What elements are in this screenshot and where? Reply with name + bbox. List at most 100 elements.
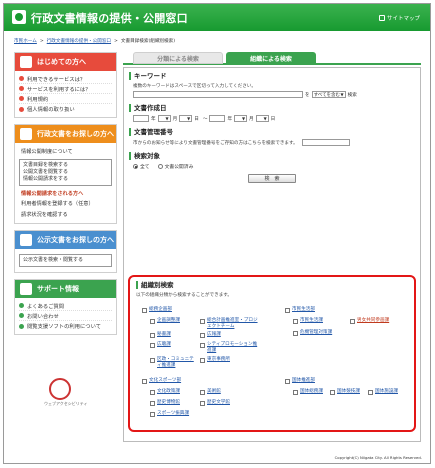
- sidebar-heading-label: 行政文書をお探しの方へ: [37, 130, 114, 138]
- org-checkbox[interactable]: [200, 389, 205, 395]
- sidebar-item-faq[interactable]: よくあるご質問: [19, 301, 112, 311]
- org-checkbox[interactable]: [285, 378, 290, 384]
- org-checkbox[interactable]: [200, 357, 205, 363]
- org-checkbox[interactable]: [150, 400, 155, 406]
- org-group-kokutai[interactable]: 国体推進部: [285, 378, 315, 384]
- date-to-year-input[interactable]: [209, 115, 226, 122]
- org-item[interactable]: 総合計画推進室・プロジェクトチーム: [200, 318, 262, 330]
- org-item[interactable]: 市民生活課: [293, 318, 323, 324]
- date-to-day-select[interactable]: ▼: [255, 115, 269, 122]
- date-from-day-select[interactable]: ▼: [179, 115, 193, 122]
- org-checkbox[interactable]: [142, 307, 147, 313]
- sidebar-highlight-box: 文書目録を検索する 公開文書を閲覧する 情報公開請求をする: [19, 159, 112, 186]
- sidebar-item-privacy[interactable]: 個人情報の取り扱い: [19, 104, 112, 114]
- org-item[interactable]: 企画調整課: [150, 318, 180, 324]
- org-item[interactable]: 秘書課: [150, 332, 171, 338]
- org-checkbox[interactable]: [142, 378, 147, 384]
- target-public-radio[interactable]: [157, 164, 163, 169]
- sidebar-item-label: 閲覧支援ソフトの利用について: [27, 324, 101, 330]
- docno-input[interactable]: [301, 139, 350, 146]
- main-content: 分類による検索 組織による検索 キーワード 複数のキーワードはスペースで区切って…: [123, 52, 421, 442]
- org-item[interactable]: 歴史博物館: [150, 400, 180, 406]
- tab-organization-search[interactable]: 組織による検索: [226, 52, 316, 64]
- org-item-label: 国体総務課: [300, 389, 323, 394]
- sidebar-item-services[interactable]: 利用できるサービスは？: [19, 74, 112, 84]
- org-group-somu[interactable]: 総務企画部: [142, 307, 172, 313]
- org-item[interactable]: 歴史文学館: [200, 400, 230, 406]
- org-item[interactable]: 広報課: [200, 332, 221, 338]
- sidebar-item-terms[interactable]: 利用規約: [19, 94, 112, 104]
- keyword-match-select[interactable]: すべてを含む ▼: [311, 91, 346, 98]
- keyword-input[interactable]: [133, 91, 303, 98]
- org-item[interactable]: 区政・コミュニティ推進課: [150, 357, 196, 369]
- sidebar-item-search-catalog[interactable]: 文書目録を検索する: [23, 162, 108, 169]
- sitemap-link[interactable]: サイトマップ: [378, 14, 420, 22]
- sidebar-heading-label: サポート情報: [37, 285, 79, 293]
- org-checkbox[interactable]: [350, 318, 355, 324]
- org-item[interactable]: 広聴課: [150, 342, 171, 348]
- org-checkbox[interactable]: [293, 389, 298, 395]
- chevron-down-icon: ▼: [187, 116, 191, 121]
- org-checkbox[interactable]: [150, 389, 155, 395]
- sidebar-item-disclosure-system[interactable]: 情報公開制度について: [19, 146, 112, 157]
- org-item[interactable]: 美術館: [200, 389, 221, 395]
- search-panel: キーワード 複数のキーワードはスペースで区切って入力してください。 を すべてを…: [123, 67, 421, 442]
- tab-category-search[interactable]: 分類による検索: [133, 52, 223, 64]
- org-checkbox[interactable]: [150, 318, 155, 324]
- org-checkbox[interactable]: [200, 400, 205, 406]
- sidebar-item-register-user[interactable]: 利用者情報を登録する（任意）: [19, 198, 112, 209]
- org-item-label: 広報課: [207, 332, 221, 337]
- date-from-month-select[interactable]: ▼: [157, 115, 171, 122]
- breadcrumb-home[interactable]: 市民ホーム: [14, 39, 37, 44]
- sidebar-item-request-status[interactable]: 請求状況を確認する: [19, 209, 112, 220]
- sidebar-item-how-to-use[interactable]: サービスを利用するには？: [19, 84, 112, 94]
- org-item[interactable]: 国体施設課: [368, 389, 398, 395]
- org-checkbox[interactable]: [330, 389, 335, 395]
- org-checkbox[interactable]: [200, 342, 205, 348]
- org-checkbox[interactable]: [150, 332, 155, 338]
- site-logo-icon: [12, 10, 26, 24]
- breadcrumb-parent[interactable]: 行政文書情報の提供・公開窓口: [47, 39, 111, 44]
- org-group-shimin[interactable]: 市民生活部: [285, 307, 315, 313]
- sidebar-heading-support: サポート情報: [15, 280, 116, 298]
- org-item[interactable]: 国体競技課: [330, 389, 360, 395]
- sidebar-item-label: サービスを利用するには？: [27, 86, 91, 93]
- docno-description: 市からのお知らせ等により文書管理番号をご存知の方はこちらを検索できます。: [133, 140, 298, 146]
- org-checkbox[interactable]: [293, 318, 298, 324]
- org-checkbox[interactable]: [200, 318, 205, 324]
- target-all-radio[interactable]: [133, 164, 138, 169]
- sidebar-item-label: お問い合わせ: [27, 313, 59, 320]
- org-item[interactable]: 文化政策課: [150, 389, 180, 395]
- org-checkbox[interactable]: [285, 307, 290, 313]
- org-checkbox[interactable]: [150, 411, 155, 417]
- org-item[interactable]: スポーツ振興課: [150, 411, 189, 417]
- sidebar: はじめての方へ 利用できるサービスは？ サービスを利用するには？ 利用規約 個人…: [14, 52, 117, 341]
- org-checkbox[interactable]: [150, 357, 155, 363]
- org-checkbox[interactable]: [150, 342, 155, 348]
- sidebar-heading-find: 行政文書をお探しの方へ: [15, 125, 116, 143]
- org-item[interactable]: 東京事務所: [200, 357, 230, 363]
- org-heading: 組織別検索: [136, 281, 408, 289]
- org-group-bunka[interactable]: 文化スポーツ部: [142, 378, 181, 384]
- sidebar-item-contact[interactable]: お問い合わせ: [19, 311, 112, 321]
- date-heading: 文書作成日: [129, 104, 415, 112]
- keyword-suffix-label: 検索: [347, 92, 357, 98]
- org-item[interactable]: シティプロモーション推進課: [200, 342, 258, 354]
- chevron-down-icon: ▼: [263, 116, 267, 121]
- search-button[interactable]: 検 索: [248, 174, 296, 183]
- bullet-icon: [19, 303, 24, 308]
- date-from-year-input[interactable]: [133, 115, 149, 122]
- sidebar-item-viewer-software[interactable]: 閲覧支援ソフトの利用について: [19, 321, 112, 331]
- sidebar-item-public-search[interactable]: 公示文書を検索・閲覧する: [19, 254, 112, 267]
- date-to-month-select[interactable]: ▼: [234, 115, 248, 122]
- sidebar-item-request[interactable]: 情報公開請求をする: [23, 176, 108, 183]
- org-checkbox[interactable]: [293, 330, 298, 336]
- sidebar-item-view-documents[interactable]: 公開文書を閲覧する: [23, 169, 108, 176]
- org-checkbox[interactable]: [200, 332, 205, 338]
- sidebar-heading-start: はじめての方へ: [15, 53, 116, 71]
- org-item[interactable]: 危機管理対策課: [293, 330, 332, 336]
- org-checkbox[interactable]: [368, 389, 373, 395]
- org-item[interactable]: 男女共同参画課: [350, 318, 389, 324]
- org-item[interactable]: 国体総務課: [293, 389, 323, 395]
- org-item-label: 国体施設課: [375, 389, 398, 394]
